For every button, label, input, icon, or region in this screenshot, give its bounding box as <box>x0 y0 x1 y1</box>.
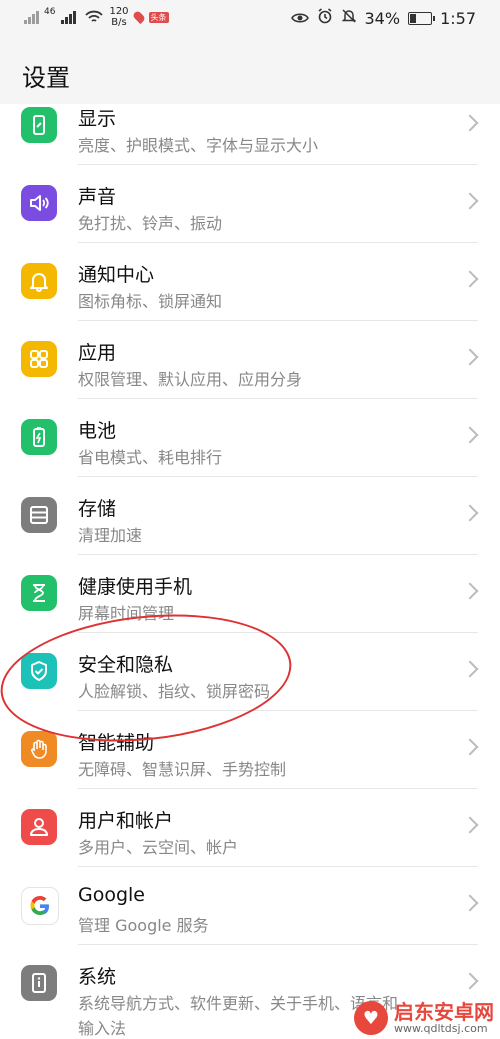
wifi-icon <box>85 10 104 22</box>
item-title: 存储 <box>78 498 117 520</box>
battery-icon <box>21 419 57 455</box>
apps-grid-icon <box>21 341 57 377</box>
item-title: 用户和帐户 <box>78 810 174 832</box>
item-title: Google <box>78 884 146 906</box>
system-info-icon <box>21 965 57 1001</box>
settings-item-battery[interactable]: 电池 省电模式、耗电排行 <box>0 399 500 477</box>
settings-item-digital-balance[interactable]: 健康使用手机 屏幕时间管理 <box>0 555 500 633</box>
item-title: 声音 <box>78 186 117 208</box>
signal-icon <box>24 10 42 24</box>
network-speed: 120 B/s <box>109 6 128 28</box>
item-subtitle: 系统导航方式、软件更新、关于手机、语言和 <box>78 994 399 1013</box>
clock: 1:57 <box>440 8 476 28</box>
item-subtitle: 无障碍、智慧识屏、手势控制 <box>78 760 287 779</box>
storage-icon <box>21 497 57 533</box>
phone-display-icon <box>21 107 57 143</box>
chevron-right-icon <box>461 738 479 756</box>
battery-percent: 34% <box>364 8 401 28</box>
chevron-right-icon <box>461 660 479 678</box>
battery-charging-icon <box>408 11 436 25</box>
settings-item-storage[interactable]: 存储 清理加速 <box>0 477 500 555</box>
settings-item-notifications[interactable]: 通知中心 图标角标、锁屏通知 <box>0 243 500 321</box>
mute-bell-icon <box>341 8 357 28</box>
item-subtitle-line2: 输入法 <box>78 1019 127 1038</box>
watermark-logo-icon: ♥ <box>354 1001 388 1035</box>
status-right: 34% 1:57 <box>290 8 476 28</box>
watermark: ♥ 启东安卓网 www.qdltdsj.com <box>354 1001 494 1035</box>
status-left: 46 120 B/s 头条 <box>24 6 169 28</box>
item-subtitle: 管理 Google 服务 <box>78 916 209 935</box>
hourglass-icon <box>21 575 57 611</box>
user-icon <box>21 809 57 845</box>
settings-item-apps[interactable]: 应用 权限管理、默认应用、应用分身 <box>0 321 500 399</box>
chevron-right-icon <box>461 348 479 366</box>
status-bar: 46 120 B/s 头条 34% 1:57 <box>0 0 500 36</box>
chevron-right-icon <box>461 972 479 990</box>
alarm-icon <box>317 8 333 28</box>
google-icon <box>21 887 59 925</box>
chevron-right-icon <box>461 192 479 210</box>
eye-icon <box>290 9 309 28</box>
item-subtitle: 清理加速 <box>78 526 143 545</box>
settings-item-google[interactable]: Google 管理 Google 服务 <box>0 867 500 945</box>
location-pin-icon <box>131 9 146 25</box>
item-title: 电池 <box>78 420 117 442</box>
network-type: 46 <box>44 7 56 17</box>
speed-value: 120 <box>109 6 129 17</box>
chevron-right-icon <box>461 270 479 288</box>
app-badge: 头条 <box>148 11 169 23</box>
chevron-right-icon <box>461 426 479 444</box>
item-title: 显示 <box>78 108 117 130</box>
item-title: 健康使用手机 <box>78 576 193 598</box>
settings-item-users-accounts[interactable]: 用户和帐户 多用户、云空间、帐户 <box>0 789 500 867</box>
item-title: 系统 <box>78 966 117 988</box>
watermark-text: 启东安卓网 www.qdltdsj.com <box>394 1001 494 1035</box>
speaker-icon <box>21 185 57 221</box>
chevron-right-icon <box>461 582 479 600</box>
item-subtitle: 图标角标、锁屏通知 <box>78 292 223 311</box>
item-subtitle: 省电模式、耗电排行 <box>78 448 223 467</box>
watermark-name: 启东安卓网 <box>394 1000 494 1024</box>
item-title: 通知中心 <box>78 264 155 286</box>
item-title: 应用 <box>78 342 117 364</box>
chevron-right-icon <box>461 504 479 522</box>
watermark-url: www.qdltdsj.com <box>394 1022 488 1035</box>
chevron-right-icon <box>461 894 479 912</box>
item-subtitle: 免打扰、铃声、振动 <box>78 214 223 233</box>
signal-icon <box>61 10 79 24</box>
app-header: 设置 <box>0 36 500 104</box>
chevron-right-icon <box>461 816 479 834</box>
hand-icon <box>21 731 57 767</box>
item-subtitle: 亮度、护眼模式、字体与显示大小 <box>78 136 319 155</box>
bell-icon <box>21 263 57 299</box>
settings-item-sound[interactable]: 声音 免打扰、铃声、振动 <box>0 165 500 243</box>
speed-unit: B/s <box>111 17 127 28</box>
chevron-right-icon <box>461 114 479 132</box>
page-title: 设置 <box>22 64 70 92</box>
item-subtitle: 权限管理、默认应用、应用分身 <box>78 370 303 389</box>
item-subtitle: 多用户、云空间、帐户 <box>78 838 239 857</box>
